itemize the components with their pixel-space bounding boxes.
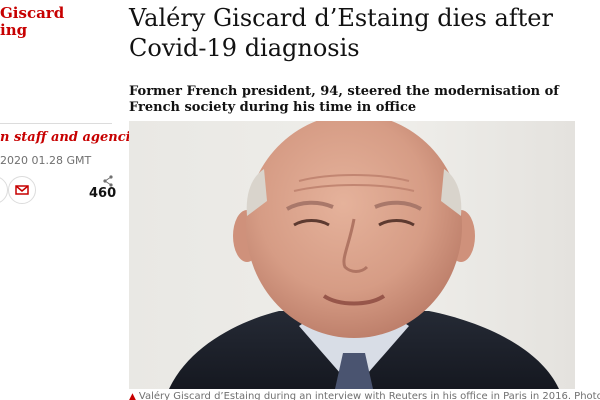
article-meta-column: Giscard ing n staff and agencies 2020 01…: [0, 0, 146, 400]
email-icon: [15, 185, 29, 195]
email-share-button[interactable]: [8, 176, 36, 204]
share-button-partial[interactable]: [0, 176, 8, 204]
article-standfirst: Former French president, 94, steered the…: [129, 84, 559, 115]
caption-text: Valéry Giscard d’Estaing during an inter…: [138, 391, 600, 400]
section-title[interactable]: Giscard ing: [0, 5, 64, 39]
photo-caption: ▲ Valéry Giscard d’Estaing during an inte…: [129, 391, 600, 400]
publish-date[interactable]: 2020 01.28 GMT: [0, 154, 91, 167]
portrait-illustration: [129, 121, 575, 389]
article-main-photo[interactable]: [129, 121, 575, 389]
byline[interactable]: n staff and agencies: [0, 130, 146, 146]
section-title-line-2[interactable]: ing: [0, 22, 64, 39]
byline-divider: [0, 123, 112, 124]
caption-triangle-icon: ▲: [129, 392, 136, 400]
section-title-line-1[interactable]: Giscard: [0, 5, 64, 22]
article-headline: Valéry Giscard d’Estaing dies after Covi…: [129, 4, 553, 62]
share-count: 460: [89, 186, 117, 201]
